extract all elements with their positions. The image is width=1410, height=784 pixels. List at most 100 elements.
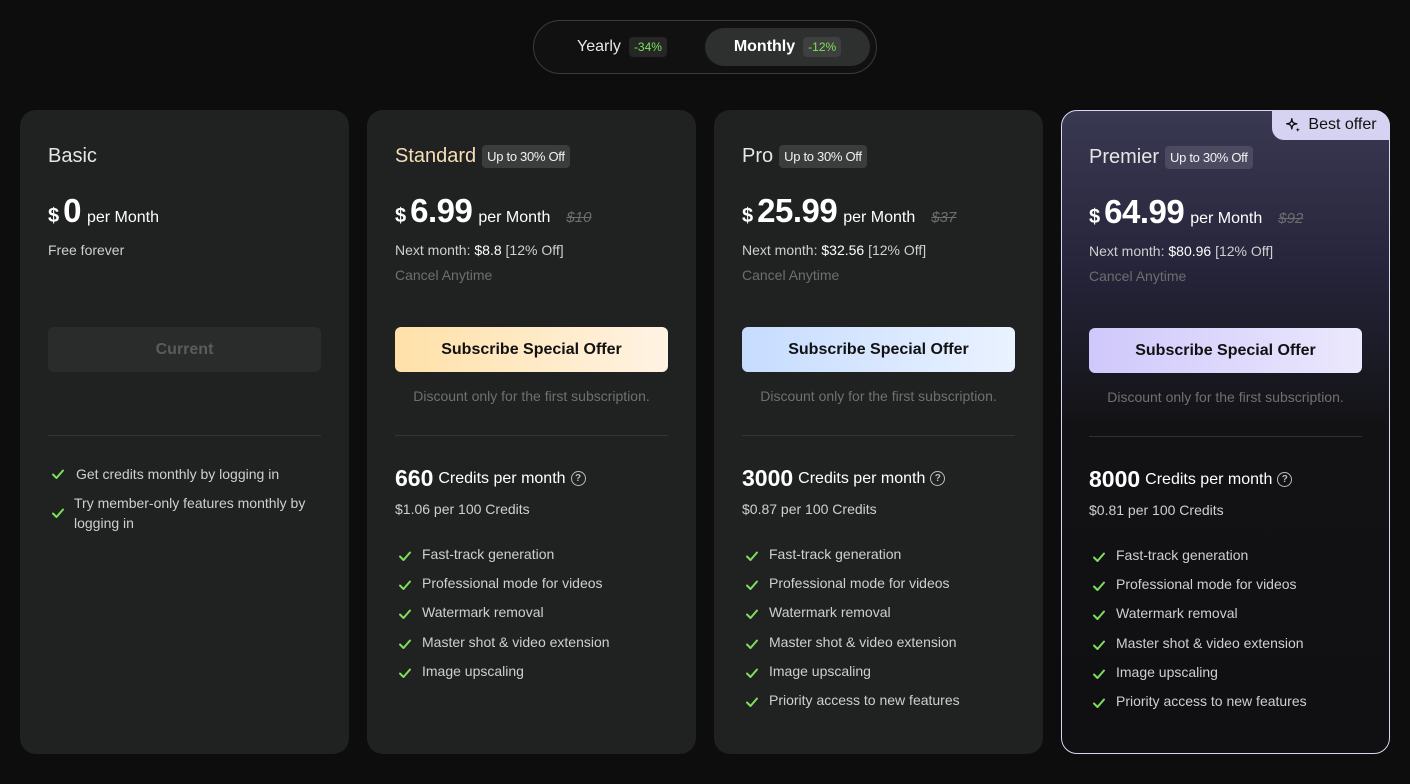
plan-card-premier: Best offer Premier Up to 30% Off $ 64.99… — [1061, 110, 1390, 754]
credits-amount: 8000 — [1089, 466, 1141, 492]
currency-symbol: $ — [1089, 206, 1101, 228]
check-icon — [1093, 669, 1105, 679]
next-month-label: Next month: — [395, 242, 475, 258]
check-icon — [52, 469, 64, 479]
feature-text: Image upscaling — [769, 662, 871, 679]
yearly-discount-badge: -34% — [628, 37, 667, 57]
feature-item: Fast-track generation — [1091, 547, 1307, 576]
current-plan-button[interactable]: Current — [48, 327, 321, 372]
feature-item: Master shot & video extension — [397, 634, 610, 663]
next-month-amount: $32.56 — [821, 242, 865, 258]
check-icon — [1093, 581, 1105, 592]
price-period: per Month — [478, 209, 551, 226]
monthly-option[interactable]: Monthly -12% — [705, 28, 870, 66]
original-price: $37 — [931, 209, 957, 226]
discount-badge: Up to 30% Off — [779, 145, 867, 168]
plan-name: Pro — [742, 145, 774, 167]
feature-item: Try member-only features monthly by logg… — [50, 493, 310, 533]
check-icon — [746, 639, 758, 649]
feature-item: Image upscaling — [397, 663, 610, 692]
feature-item: Fast-track generation — [397, 546, 610, 575]
plan-header: Basic — [48, 145, 97, 168]
billing-period-toggle: Yearly -34% Monthly -12% — [533, 20, 877, 74]
credits-row: 8000 Credits per month ? — [1089, 466, 1293, 493]
subscribe-button[interactable]: Subscribe Special Offer — [742, 327, 1015, 372]
credits-label: Credits per month — [1145, 470, 1273, 488]
original-price: $10 — [566, 209, 592, 226]
feature-item: Priority access to new features — [744, 692, 960, 721]
plan-name: Basic — [48, 145, 97, 167]
price-row: $ 6.99 per Month $10 — [395, 192, 591, 230]
check-icon — [399, 609, 411, 620]
help-icon[interactable]: ? — [1277, 472, 1293, 487]
per-credit-price: $0.81 per 100 Credits — [1089, 502, 1224, 518]
currency-symbol: $ — [48, 205, 60, 227]
price-amount: 25.99 — [757, 192, 838, 229]
check-icon — [52, 508, 64, 518]
check-icon — [399, 639, 411, 649]
discount-badge: Up to 30% Off — [1165, 146, 1253, 169]
currency-symbol: $ — [742, 205, 754, 227]
feature-text: Professional mode for videos — [422, 575, 603, 592]
plan-header: Standard Up to 30% Off — [395, 145, 570, 168]
feature-text: Watermark removal — [769, 604, 891, 621]
subscribe-button[interactable]: Subscribe Special Offer — [395, 327, 668, 372]
feature-text: Professional mode for videos — [1116, 576, 1297, 593]
check-icon — [1093, 610, 1105, 621]
price-amount: 64.99 — [1104, 193, 1185, 230]
check-icon — [746, 668, 758, 678]
check-icon — [746, 697, 758, 707]
next-month-discount: [12% Off] — [1211, 243, 1274, 259]
feature-item: Watermark removal — [397, 604, 610, 633]
yearly-label: Yearly — [577, 38, 621, 55]
check-icon — [399, 580, 411, 591]
feature-item: Professional mode for videos — [397, 575, 610, 604]
check-icon — [746, 551, 758, 561]
per-credit-price: $0.87 per 100 Credits — [742, 501, 877, 517]
feature-text: Master shot & video extension — [769, 633, 957, 650]
subscribe-button[interactable]: Subscribe Special Offer — [1089, 328, 1362, 373]
credits-label: Credits per month — [438, 469, 566, 487]
feature-text: Try member-only features monthly by logg… — [74, 495, 306, 531]
feature-item: Professional mode for videos — [1091, 576, 1307, 605]
divider — [48, 435, 321, 436]
next-month-label: Next month: — [742, 242, 822, 258]
per-credit-price: $1.06 per 100 Credits — [395, 501, 530, 517]
credits-amount: 3000 — [742, 465, 794, 491]
check-icon — [746, 580, 758, 591]
next-month-discount: [12% Off] — [501, 242, 564, 258]
feature-text: Image upscaling — [422, 662, 524, 679]
plan-header: Premier Up to 30% Off — [1089, 146, 1253, 169]
next-month-discount: [12% Off] — [864, 242, 927, 258]
feature-text: Professional mode for videos — [769, 575, 950, 592]
divider — [395, 435, 668, 436]
help-icon[interactable]: ? — [570, 471, 586, 486]
credits-amount: 660 — [395, 465, 434, 491]
feature-text: Fast-track generation — [1116, 547, 1249, 563]
price-row: $ 64.99 per Month $92 — [1089, 193, 1303, 231]
plan-card-basic: Basic $ 0 per Month Free forever Current… — [20, 110, 349, 754]
next-month-price: Next month: $8.8 [12% Off] — [395, 242, 564, 258]
cancel-anytime-text: Cancel Anytime — [1089, 268, 1187, 284]
feature-list: Fast-track generation Professional mode … — [744, 546, 960, 721]
feature-item: Master shot & video extension — [1091, 635, 1307, 664]
cancel-anytime-text: Cancel Anytime — [742, 267, 840, 283]
divider — [1089, 436, 1362, 437]
feature-item: Get credits monthly by logging in — [50, 464, 310, 484]
best-offer-label: Best offer — [1308, 116, 1377, 133]
next-month-price: Next month: $32.56 [12% Off] — [742, 242, 926, 258]
feature-text: Fast-track generation — [769, 546, 902, 562]
sparkle-icon — [1286, 117, 1301, 132]
discount-note: Discount only for the first subscription… — [1107, 389, 1344, 405]
check-icon — [1093, 698, 1105, 708]
feature-text: Fast-track generation — [422, 546, 555, 562]
monthly-discount-badge: -12% — [803, 37, 842, 57]
next-month-label: Next month: — [1089, 243, 1169, 259]
feature-item: Fast-track generation — [744, 546, 960, 575]
check-icon — [1093, 552, 1105, 562]
yearly-option[interactable]: Yearly -34% — [542, 28, 702, 66]
help-icon[interactable]: ? — [930, 471, 946, 486]
plan-subtitle: Free forever — [48, 242, 125, 258]
feature-item: Professional mode for videos — [744, 575, 960, 604]
feature-item: Image upscaling — [1091, 664, 1307, 693]
